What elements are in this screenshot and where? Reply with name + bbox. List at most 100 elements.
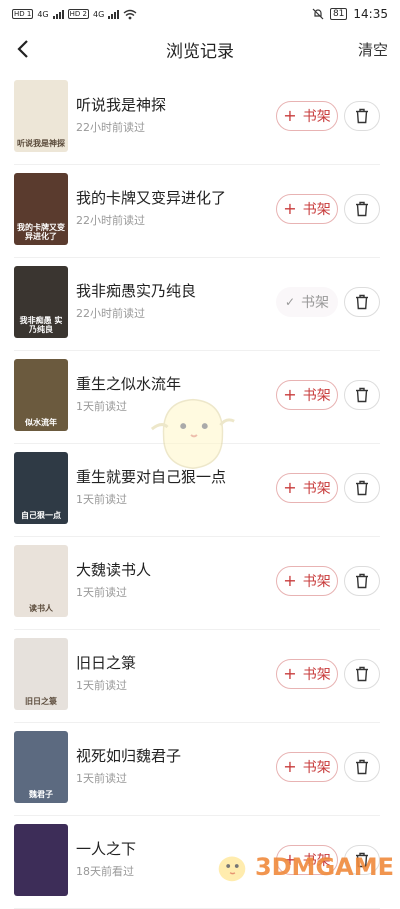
delete-button[interactable] bbox=[344, 287, 380, 317]
shelf-label: 书架 bbox=[302, 109, 331, 125]
read-time: 1天前读过 bbox=[76, 400, 127, 413]
history-item[interactable]: 魏君子 视死如归魏君子 1天前读过 + 书架 bbox=[14, 723, 380, 816]
delete-button[interactable] bbox=[344, 473, 380, 503]
plus-icon: + bbox=[283, 106, 297, 125]
book-title[interactable]: 一人之下 bbox=[76, 838, 136, 859]
book-title[interactable]: 听说我是神探 bbox=[76, 94, 166, 115]
trash-icon bbox=[356, 387, 368, 403]
shelf-label: 书架 bbox=[302, 202, 331, 218]
check-icon: ✓ bbox=[284, 295, 296, 309]
add-to-shelf-button[interactable]: + 书架 bbox=[276, 101, 338, 131]
cover-title: 读书人 bbox=[29, 604, 53, 613]
shelf-label: 书架 bbox=[302, 574, 331, 590]
cover-title: 听说我是神探 bbox=[17, 139, 65, 148]
plus-icon: + bbox=[283, 664, 297, 683]
wifi-icon bbox=[123, 9, 137, 19]
cover-title: 自己狠一点 bbox=[21, 511, 61, 520]
plus-icon: + bbox=[283, 199, 297, 218]
network2-label: 4G bbox=[92, 9, 105, 19]
status-bar: HD 1 4G HD 2 4G 81 14:35 bbox=[0, 0, 400, 28]
read-time: 1天前读过 bbox=[76, 679, 127, 692]
chevron-left-icon bbox=[17, 40, 28, 58]
book-cover[interactable]: 我的卡牌又变异进化了 bbox=[14, 173, 68, 245]
sim1-badge: HD 1 bbox=[12, 9, 34, 19]
delete-button[interactable] bbox=[344, 659, 380, 689]
book-cover[interactable]: 魏君子 bbox=[14, 731, 68, 803]
book-title[interactable]: 我的卡牌又变异进化了 bbox=[76, 187, 226, 208]
read-time: 1天前读过 bbox=[76, 772, 127, 785]
history-item[interactable]: 我非痴愚 实乃纯良 我非痴愚实乃纯良 22小时前读过 ✓ 书架 bbox=[14, 258, 380, 351]
clock: 14:35 bbox=[353, 7, 388, 21]
shelf-label: 书架 bbox=[302, 388, 331, 404]
book-cover[interactable] bbox=[14, 824, 68, 896]
book-title[interactable]: 我非痴愚实乃纯良 bbox=[76, 280, 196, 301]
read-time: 22小时前读过 bbox=[76, 121, 145, 134]
add-to-shelf-button[interactable]: + 书架 bbox=[276, 566, 338, 596]
battery-indicator: 81 bbox=[329, 8, 348, 20]
add-to-shelf-button[interactable]: + 书架 bbox=[276, 659, 338, 689]
status-left: HD 1 4G HD 2 4G bbox=[12, 9, 137, 20]
trash-icon bbox=[356, 759, 368, 775]
add-to-shelf-button[interactable]: + 书架 bbox=[276, 752, 338, 782]
book-cover[interactable]: 读书人 bbox=[14, 545, 68, 617]
signal1-icon bbox=[52, 9, 64, 19]
add-to-shelf-button[interactable]: + 书架 bbox=[276, 473, 338, 503]
watermark-text: 3DMGAME bbox=[254, 853, 394, 881]
history-item[interactable]: 我的卡牌又变异进化了 我的卡牌又变异进化了 22小时前读过 + 书架 bbox=[14, 165, 380, 258]
mute-bell-icon bbox=[312, 8, 324, 20]
history-item[interactable]: 听说我是神探 听说我是神探 22小时前读过 + 书架 bbox=[14, 72, 380, 165]
plus-icon: + bbox=[283, 757, 297, 776]
read-time: 1天前读过 bbox=[76, 586, 127, 599]
clear-button[interactable]: 清空 bbox=[358, 39, 388, 60]
header: 浏览记录 清空 bbox=[0, 28, 400, 70]
delete-button[interactable] bbox=[344, 194, 380, 224]
cover-title: 旧日之箓 bbox=[25, 697, 57, 706]
delete-button[interactable] bbox=[344, 380, 380, 410]
cover-title: 我非痴愚 实乃纯良 bbox=[19, 316, 63, 334]
book-title[interactable]: 大魏读书人 bbox=[76, 559, 151, 580]
history-item[interactable]: 读书人 大魏读书人 1天前读过 + 书架 bbox=[14, 537, 380, 630]
mascot-icon bbox=[150, 398, 235, 469]
trash-icon bbox=[356, 480, 368, 496]
trash-icon bbox=[356, 666, 368, 682]
delete-button[interactable] bbox=[344, 101, 380, 131]
cover-title: 似水流年 bbox=[25, 418, 57, 427]
trash-icon bbox=[356, 201, 368, 217]
book-cover[interactable]: 似水流年 bbox=[14, 359, 68, 431]
shelf-label: 书架 bbox=[302, 667, 331, 683]
history-item[interactable]: 旧日之箓 旧日之箓 1天前读过 + 书架 bbox=[14, 630, 380, 723]
add-to-shelf-button[interactable]: + 书架 bbox=[276, 194, 338, 224]
status-right: 81 14:35 bbox=[312, 7, 388, 21]
plus-icon: + bbox=[283, 571, 297, 590]
trash-icon bbox=[356, 294, 368, 310]
network1-label: 4G bbox=[37, 9, 49, 19]
book-cover[interactable]: 听说我是神探 bbox=[14, 80, 68, 152]
plus-icon: + bbox=[283, 385, 297, 404]
book-title[interactable]: 旧日之箓 bbox=[76, 652, 136, 673]
read-time: 1天前读过 bbox=[76, 493, 127, 506]
book-cover[interactable]: 我非痴愚 实乃纯良 bbox=[14, 266, 68, 338]
watermark-bird-icon bbox=[218, 856, 246, 882]
signal2-icon bbox=[108, 9, 120, 19]
cover-title: 魏君子 bbox=[29, 790, 53, 799]
delete-button[interactable] bbox=[344, 752, 380, 782]
read-time: 18天前看过 bbox=[76, 865, 134, 878]
trash-icon bbox=[356, 108, 368, 124]
shelf-label: 书架 bbox=[301, 295, 330, 311]
book-cover[interactable]: 自己狠一点 bbox=[14, 452, 68, 524]
read-time: 22小时前读过 bbox=[76, 214, 145, 227]
book-title[interactable]: 视死如归魏君子 bbox=[76, 745, 181, 766]
shelf-label: 书架 bbox=[302, 760, 331, 776]
watermark: 3DMGAME bbox=[213, 848, 394, 886]
in-shelf-indicator[interactable]: ✓ 书架 bbox=[276, 287, 338, 317]
book-cover[interactable]: 旧日之箓 bbox=[14, 638, 68, 710]
history-list: 听说我是神探 听说我是神探 22小时前读过 + 书架 我的卡牌又变异进化了 我的… bbox=[0, 72, 400, 909]
read-time: 22小时前读过 bbox=[76, 307, 145, 320]
back-button[interactable] bbox=[10, 36, 36, 62]
trash-icon bbox=[356, 573, 368, 589]
cover-title: 我的卡牌又变异进化了 bbox=[17, 223, 65, 241]
delete-button[interactable] bbox=[344, 566, 380, 596]
page-title: 浏览记录 bbox=[166, 41, 234, 62]
plus-icon: + bbox=[283, 478, 297, 497]
add-to-shelf-button[interactable]: + 书架 bbox=[276, 380, 338, 410]
